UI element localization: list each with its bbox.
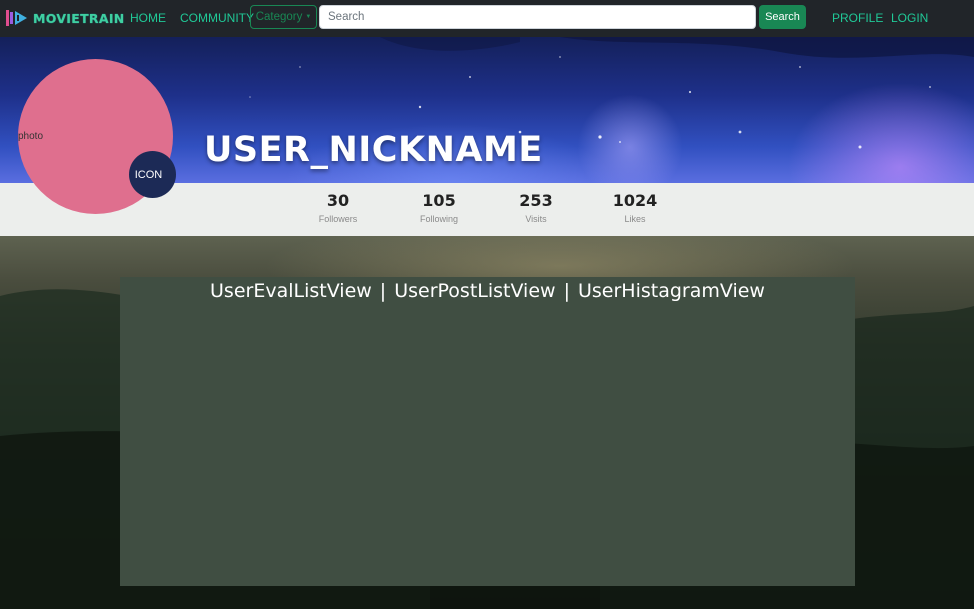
stat-label: Followers <box>318 214 358 224</box>
nav-community-link[interactable]: COMMUNITY <box>180 11 254 25</box>
brand-name: MOVIETRAIN <box>33 10 125 26</box>
stat-likes: 1024 Likes <box>595 191 675 224</box>
search-input[interactable] <box>319 5 756 29</box>
icon-placeholder-label: ICON <box>134 168 163 181</box>
view-tabs: UserEvalListView | UserPostListView | UserHi… <box>120 278 855 304</box>
movietrain-logo-icon <box>6 10 27 26</box>
stat-label: Likes <box>624 214 646 224</box>
stat-followers[interactable]: 30 Followers <box>298 191 378 224</box>
stat-label: Visits <box>525 214 547 224</box>
profile-badge-icon[interactable]: ICON <box>129 151 176 198</box>
brand-logo-link[interactable]: MOVIETRAIN <box>6 9 125 27</box>
user-nickname: USER_NICKNAME <box>204 130 543 170</box>
stat-value: 253 <box>519 191 553 210</box>
nav-home-link[interactable]: HOME <box>130 11 166 25</box>
top-navbar: MOVIETRAIN HOME COMMUNITY Category ▼ Sea… <box>0 0 974 37</box>
chevron-down-icon: ▼ <box>305 14 312 20</box>
profile-content-panel: UserEvalListView | UserPostListView | UserHi… <box>120 277 855 586</box>
nav-profile-link[interactable]: PROFILE <box>832 11 883 25</box>
tab-user-histagram-view[interactable]: UserHistagramView <box>578 280 765 302</box>
stat-value: 105 <box>422 191 456 210</box>
stat-value: 30 <box>326 191 350 210</box>
tab-user-eval-list-view[interactable]: UserEvalListView <box>210 280 372 302</box>
tab-separator: | <box>379 280 387 302</box>
search-button[interactable]: Search <box>759 5 806 29</box>
category-label: Category <box>255 11 303 23</box>
stat-value: 1024 <box>612 191 658 210</box>
category-dropdown-button[interactable]: Category ▼ <box>250 5 317 29</box>
tab-separator: | <box>563 280 570 302</box>
photo-placeholder-label: photo <box>18 131 44 142</box>
tab-user-post-list-view[interactable]: UserPostListView <box>394 280 555 302</box>
nav-login-link[interactable]: LOGIN <box>891 11 928 25</box>
stat-label: Following <box>419 214 459 224</box>
stat-following[interactable]: 105 Following <box>399 191 479 224</box>
stat-visits: 253 Visits <box>496 191 576 224</box>
